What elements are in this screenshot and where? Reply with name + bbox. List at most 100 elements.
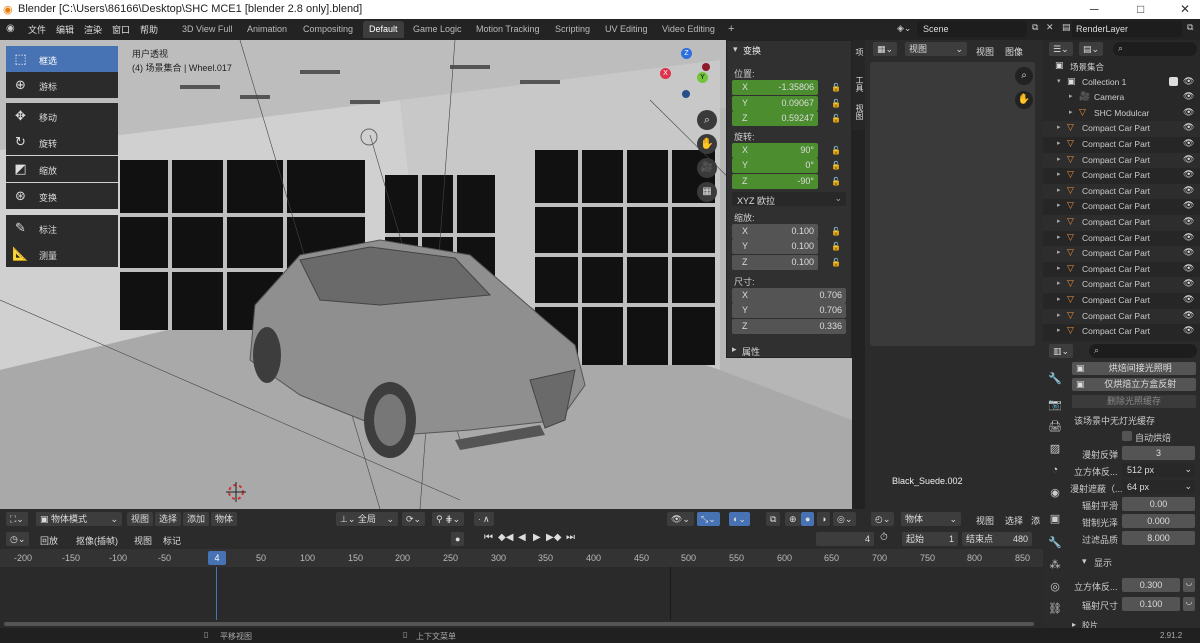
play-icon[interactable]: ▶ [533,532,541,543]
playhead-marker[interactable]: 4 [208,551,226,565]
lock-icon[interactable]: 🔓 [831,99,841,109]
timeline-ruler[interactable]: -200 -150 -100 -50 4 50 100 150 200 250 … [0,549,1043,567]
scale-y-field[interactable]: Y 0.100 [732,239,818,254]
rotation-mode-dropdown[interactable]: XYZ 欧拉 ⌄ [732,192,846,206]
camera-view-icon[interactable]: 🎥 [697,158,717,178]
expand-icon[interactable]: ▸ [1057,123,1061,131]
tab-scripting[interactable]: Scripting [549,21,596,38]
menu-view[interactable]: 视图 [976,514,994,527]
solid-shading-icon[interactable]: ● [801,512,815,526]
eye-icon[interactable]: 👁 [1183,138,1194,149]
menu-add[interactable]: 添加 [183,512,210,526]
image-canvas[interactable] [870,62,1035,346]
expand-icon[interactable]: ▸ [1057,186,1061,194]
auto-bake-checkbox[interactable] [1122,431,1132,441]
menu-render[interactable]: 渲染 [84,23,102,36]
dimension-z-field[interactable]: Z 0.336 [732,319,846,334]
lock-icon[interactable]: 🔓 [831,258,841,268]
menu-select[interactable]: 选择 [155,512,182,526]
outliner-row[interactable]: ▸ ▽ Compact Car Part 👁 [1043,168,1200,184]
particles-tab-icon[interactable]: ⁂ [1046,558,1064,575]
eye-icon[interactable]: 👁 [1183,200,1194,211]
outliner-search-input[interactable]: ⌕ [1113,42,1197,56]
image-editor[interactable]: ▦⌄ 视图 ⌄ 视图 图像 ⌕ ✋ Black_Suede.002 ◴⌄ 物体 ⌄ … [865,40,1043,529]
tab-compositing[interactable]: Compositing [297,21,359,38]
tool-move[interactable]: ✥ 移动 [6,103,118,129]
outliner-row[interactable]: ▸ ▽ Compact Car Part 👁 [1043,199,1200,215]
gizmo-x-axis[interactable]: X [660,68,671,79]
editor-type-icon[interactable]: ☰⌄ [1049,42,1073,56]
tab-view[interactable]: 视图 [854,104,865,120]
outliner-row[interactable]: ▸ ▽ Compact Car Part 👁 [1043,215,1200,231]
start-frame-field[interactable]: 起始 1 [902,532,958,546]
eye-icon[interactable]: 👁 [1183,247,1194,258]
lock-icon[interactable]: 🔓 [831,227,841,237]
lock-icon[interactable]: 🔓 [831,83,841,93]
eye-icon[interactable]: 👁 [1183,122,1194,133]
proportional-edit-icon[interactable]: ∙ ∧ [474,512,494,526]
eye-icon[interactable]: 👁 [1183,107,1194,118]
display-collapse-icon[interactable]: ▾ [1082,556,1087,567]
tab-motion-tracking[interactable]: Motion Tracking [470,21,546,38]
gizmo-neg-z[interactable] [682,90,690,98]
menu-view[interactable]: 视图 [134,534,152,547]
editor-type-icon[interactable]: ◴⌄ [871,512,895,526]
display-section-header[interactable]: 显示 [1094,556,1112,569]
next-keyframe-icon[interactable]: ▶◆ [546,532,561,543]
maximize-button[interactable]: □ [1137,2,1144,16]
bake-indirect-button[interactable]: ▣ 烘焙间接光照明 [1072,362,1196,375]
editor-type-icon[interactable]: ⛶⌄ [6,512,28,526]
rotation-x-field[interactable]: X 90° [732,143,818,158]
eye-icon[interactable]: 👁 [1183,216,1194,227]
record-icon[interactable]: ● [451,532,465,546]
toggle-eye-icon[interactable]: ◡ [1183,597,1195,611]
expand-icon[interactable]: ▸ [1057,233,1061,241]
outliner-row[interactable]: ▸ ▽ Compact Car Part 👁 [1043,308,1200,325]
dimension-x-field[interactable]: X 0.706 [732,288,846,303]
render-layer-selector[interactable]: RenderLayer [1072,21,1182,37]
tool-select-box[interactable]: ⬚ 框选 [6,46,118,72]
diffuse-bounces-field[interactable]: 3 [1122,446,1195,460]
expand-icon[interactable]: ▸ [1057,264,1061,272]
attributes-collapse-icon[interactable]: ▸ [732,344,737,355]
menu-window[interactable]: 窗口 [112,23,130,36]
timeline-scrollbar[interactable] [0,620,1043,628]
timeline-area[interactable] [0,567,1043,620]
new-scene-icon[interactable]: ⧉ [1032,22,1038,33]
constraints-tab-icon[interactable]: ⛓ [1046,602,1064,619]
close-button[interactable]: ✕ [1180,2,1190,16]
eye-icon[interactable]: 👁 [1183,263,1194,274]
zoom-icon[interactable]: ⌕ [1015,67,1033,85]
expand-icon[interactable]: ▸ [1057,248,1061,256]
editor-type-icon[interactable]: ▥⌄ [1049,344,1074,358]
expand-icon[interactable]: ▸ [1057,201,1061,209]
close-scene-icon[interactable]: ✕ [1046,22,1054,33]
outliner-row[interactable]: ▸ 🎥 Camera 👁 [1043,90,1200,106]
location-x-field[interactable]: X -1.35806 [732,80,818,95]
zoom-icon[interactable]: ⌕ [697,110,717,130]
view-mode-dropdown[interactable]: 视图 ⌄ [905,42,967,56]
outliner-row[interactable]: ▸ ▽ Compact Car Part 👁 [1043,246,1200,262]
location-y-field[interactable]: Y 0.09067 [732,96,818,111]
irradiance-size-field[interactable]: 0.100 [1122,597,1180,611]
expand-icon[interactable]: ▸ [1069,92,1073,100]
object-mode-dropdown[interactable]: ▣ 物体模式 ⌄ [36,512,122,526]
tab-animation[interactable]: Animation [241,21,293,38]
scale-x-field[interactable]: X 0.100 [732,224,818,239]
scene-tab-icon[interactable]: ◔ [1046,464,1064,481]
outliner-row[interactable]: ▸ ▽ Compact Car Part 👁 [1043,324,1200,340]
menu-object[interactable]: 物体 [211,512,238,526]
render-tab-icon[interactable]: 📷 [1046,398,1064,415]
current-frame-field[interactable]: 4 [816,532,874,546]
play-reverse-icon[interactable]: ◀ [518,532,526,543]
delete-cache-button[interactable]: 删除光照缓存 [1072,395,1196,408]
lock-icon[interactable]: 🔓 [831,161,841,171]
world-tab-icon[interactable]: ◉ [1046,486,1064,503]
outliner-row[interactable]: ▸ ▽ Compact Car Part 👁 [1043,121,1200,137]
object-tab-icon[interactable]: ▣ [1046,512,1064,529]
eye-icon[interactable]: 👁 [1183,91,1194,102]
outliner-row[interactable]: ▾ ▣ Collection 1 👁 [1043,75,1200,91]
outliner-row[interactable]: ▸ ▽ Compact Car Part 👁 [1043,261,1200,278]
scale-z-field[interactable]: Z 0.100 [732,255,818,270]
filter-icon[interactable]: ▤⌄ [1079,42,1104,56]
